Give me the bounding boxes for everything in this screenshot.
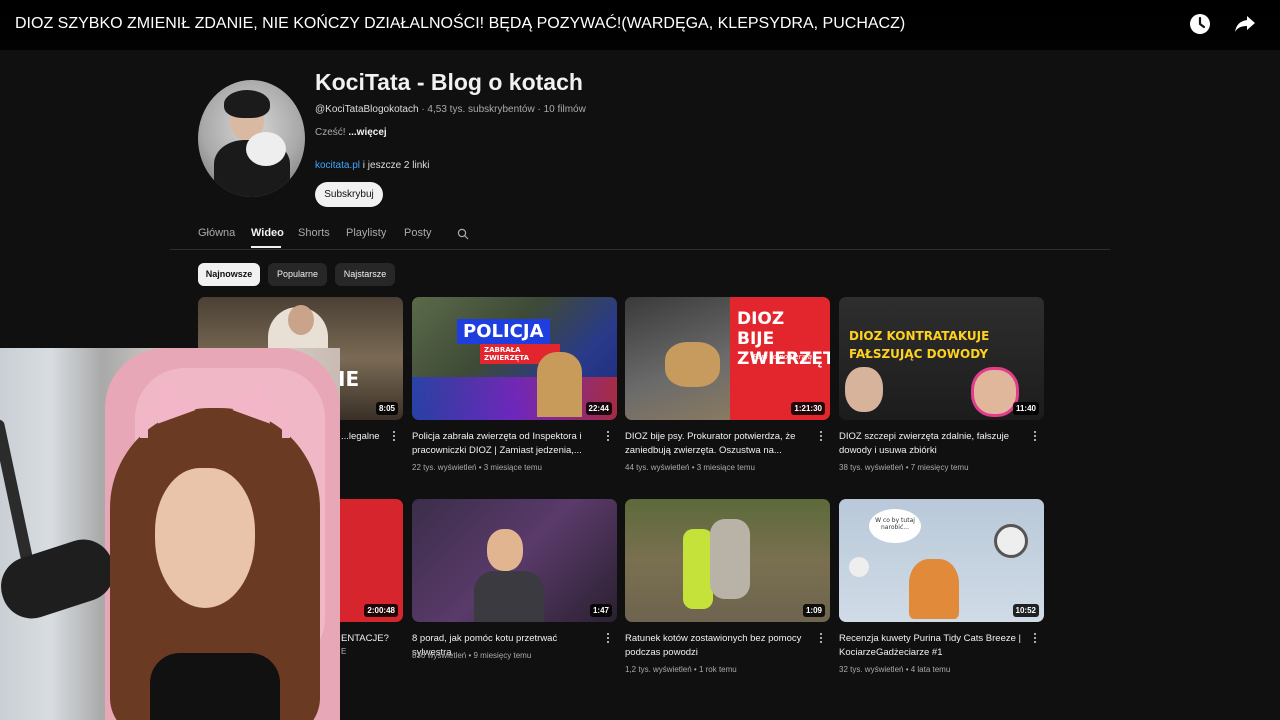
channel-name: KociTata - Blog o kotach (315, 69, 583, 95)
thumbnail-subtext: Fani to popierają (753, 353, 812, 361)
video-thumbnail[interactable]: POLICJA ZABRAŁA ZWIERZĘTA 22:44 (412, 297, 617, 420)
video-thumbnail[interactable]: W co by tutaj narobić... 10:52 (839, 499, 1044, 622)
video-meta: 38 tys. wyświetleń • 7 miesięcy temu (839, 463, 969, 472)
subscribe-button[interactable]: Subskrybuj (315, 182, 383, 207)
video-meta: 22 tys. wyświetleń • 3 miesiące temu (412, 463, 542, 472)
tab-glowna[interactable]: Główna (198, 227, 235, 239)
microphone-arm (0, 418, 37, 578)
description-text: Cześć! (315, 127, 349, 138)
streamer-face (155, 468, 255, 608)
tab-wideo[interactable]: Wideo (251, 227, 284, 239)
more-options-icon[interactable] (1031, 633, 1039, 645)
video-duration: 8:05 (375, 402, 398, 415)
video-duration: 2:00:48 (364, 604, 398, 617)
share-arrow-icon[interactable] (1233, 12, 1257, 36)
webcam-overlay (0, 348, 340, 720)
video-thumbnail[interactable]: 1:47 (412, 499, 617, 622)
chip-popularne[interactable]: Popularne (268, 263, 327, 286)
channel-handle: @KociTataBlogokotach (315, 104, 419, 115)
channel-avatar[interactable] (198, 80, 305, 197)
video-title-link[interactable]: DIOZ szczepi zwierzęta zdalnie, fałszuje… (839, 430, 1024, 458)
video-duration: 22:44 (585, 402, 612, 415)
tab-posty[interactable]: Posty (404, 227, 432, 239)
thought-bubble: W co by tutaj narobić... (869, 509, 921, 543)
tab-divider (170, 249, 1110, 250)
thumbnail-text: POLICJA (457, 319, 550, 344)
website-link[interactable]: kocitata.pl (315, 160, 360, 171)
video-title-bar: DIOZ SZYBKO ZMIENIŁ ZDANIE, NIE KOŃCZY D… (0, 0, 1280, 50)
video-title-link[interactable]: Recenzja kuwety Purina Tidy Cats Breeze … (839, 632, 1024, 660)
video-meta: 32 tys. wyświetleń • 4 lata temu (839, 665, 951, 674)
video-title-link[interactable]: Policja zabrała zwierzęta od Inspektora … (412, 430, 597, 458)
video-meta: 836 wyświetleń • 9 miesięcy temu (412, 651, 532, 660)
more-options-icon[interactable] (604, 633, 612, 645)
tab-playlisty[interactable]: Playlisty (346, 227, 386, 239)
video-thumbnail[interactable]: DIOZ BIJE ZWIERZĘTA Fani to popierają 1:… (625, 297, 830, 420)
video-duration: 10:52 (1012, 604, 1039, 617)
streamer-top (150, 653, 280, 720)
channel-description: Cześć! ...więcej (315, 127, 387, 138)
active-tab-indicator (251, 246, 281, 248)
thumbnail-text: DIOZ KONTRATAKUJE FAŁSZUJĄC DOWODY (849, 329, 990, 361)
video-thumbnail[interactable]: DIOZ KONTRATAKUJE FAŁSZUJĄC DOWODY 11:40 (839, 297, 1044, 420)
chip-najnowsze[interactable]: Najnowsze (198, 263, 260, 286)
more-options-icon[interactable] (817, 431, 825, 443)
more-options-icon[interactable] (817, 633, 825, 645)
video-thumbnail[interactable]: 1:09 (625, 499, 830, 622)
more-options-icon[interactable] (390, 431, 398, 443)
video-duration: 1:09 (802, 604, 825, 617)
channel-meta: @KociTataBlogokotach · 4,53 tys. subskry… (315, 104, 586, 115)
search-icon[interactable] (457, 227, 469, 240)
video-meta: 44 tys. wyświetleń • 3 miesiące temu (625, 463, 755, 472)
clock-icon[interactable] (1188, 12, 1212, 36)
video-title-link[interactable]: Ratunek kotów zostawionych bez pomocy po… (625, 632, 810, 660)
video-title-link[interactable]: DIOZ bije psy. Prokurator potwierdza, że… (625, 430, 810, 458)
video-meta: 1,2 tys. wyświetleń • 1 rok temu (625, 665, 737, 674)
channel-links: kocitata.pl i jeszcze 2 linki (315, 160, 430, 171)
channel-stats: · 4,53 tys. subskrybentów · 10 filmów (418, 104, 586, 115)
chip-najstarsze[interactable]: Najstarsze (335, 263, 395, 286)
video-duration: 1:21:30 (791, 402, 825, 415)
tab-shorts[interactable]: Shorts (298, 227, 330, 239)
video-title[interactable]: DIOZ SZYBKO ZMIENIŁ ZDANIE, NIE KOŃCZY D… (15, 15, 905, 33)
more-links[interactable]: i jeszcze 2 linki (360, 160, 430, 171)
more-link[interactable]: ...więcej (348, 127, 386, 138)
thumbnail-text: IE (338, 367, 360, 391)
video-duration: 1:47 (589, 604, 612, 617)
more-options-icon[interactable] (604, 431, 612, 443)
more-options-icon[interactable] (1031, 431, 1039, 443)
video-duration: 11:40 (1012, 402, 1039, 415)
video-meta: E (341, 647, 347, 656)
